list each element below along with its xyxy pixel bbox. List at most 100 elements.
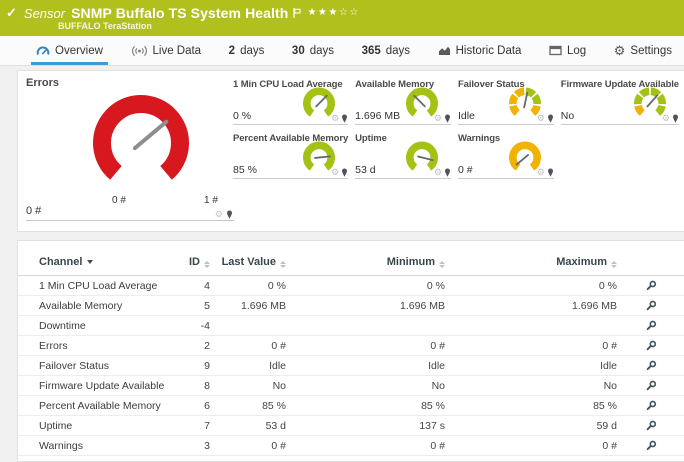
gauge-value: Idle [457,110,475,122]
gauge-tile-uptime: Uptime 53 d ⚙ [355,133,451,179]
gauge-tile-percent-available-memory: Percent Available Memory 85 % ⚙ [233,133,348,179]
channel-settings-button[interactable] [617,396,684,416]
tab-log[interactable]: Log [549,36,586,65]
table-row: Errors 2 0 # 0 # 0 # [18,336,684,356]
gauge-value: 85 % [233,164,257,176]
channel-minimum: 1.696 MB [400,300,445,312]
channel-maximum: 0 # [602,340,617,352]
wrench-icon [646,400,656,411]
column-header-id[interactable]: ID [179,256,210,268]
gauge-value-row: 0 # ⚙ [26,204,234,221]
tab-label: Overview [55,44,103,57]
tab-label: Live Data [152,44,202,57]
tab-30-days[interactable]: 30 days [292,36,334,65]
priority-stars[interactable]: ★★★☆☆ [307,7,359,18]
gauge-row-icons: ⚙ [662,114,679,123]
gauge-icon [36,45,50,56]
gear-icon[interactable]: ⚙ [662,114,670,123]
pin-icon[interactable] [341,168,348,177]
channel-settings-button[interactable] [617,376,684,396]
tab-365-days[interactable]: 365 days [362,36,410,65]
channel-settings-button[interactable] [617,296,684,316]
tab-bar: Overview Live Data 2 days 30 days 365 days Histo… [0,36,684,66]
channel-maximum [445,316,617,336]
gear-icon[interactable]: ⚙ [331,114,339,123]
channel-id: 2 [204,340,210,352]
gauge-value: No [560,110,575,122]
channel-table-panel: Channel ID Last Value Minimum Maximum 1 … [17,240,684,462]
wrench-icon [646,380,656,391]
channel-settings-button[interactable] [617,336,684,356]
channel-maximum: 1.696 MB [572,300,617,312]
gauge-row-icons: ⚙ [331,114,348,123]
gauge-row-icons: ⚙ [434,114,451,123]
channel-minimum: No [431,380,445,392]
gauge-tile-failover-status: Failover Status Idle ⚙ [457,79,554,125]
table-row: Warnings 3 0 # 0 # 0 # [18,436,684,456]
tab-2-days[interactable]: 2 days [229,36,265,65]
channel-id: 9 [204,360,210,372]
channel-settings-button[interactable] [617,316,684,336]
device-name[interactable]: BUFFALO TeraStation [58,21,152,31]
channel-name: Failover Status [39,360,110,372]
tab-label: days [309,44,335,57]
gauge-row-icons: ⚙ [537,114,554,123]
channel-id: -4 [200,320,210,332]
tab-settings[interactable]: ⚙ Settings [614,36,672,65]
object-kind-label: Sensor [23,5,66,21]
tab-label: Historic Data [455,44,522,57]
table-row: 1 Min CPU Load Average 4 0 % 0 % 0 % [18,276,684,296]
column-header-maximum[interactable]: Maximum [445,256,617,268]
channel-settings-button[interactable] [617,276,684,296]
gear-icon[interactable]: ⚙ [537,114,545,123]
gear-icon[interactable]: ⚙ [215,210,223,219]
table-row: Failover Status 9 Idle Idle Idle [18,356,684,376]
gear-icon[interactable]: ⚙ [331,168,339,177]
tab-label: Settings [630,44,672,57]
historic-icon [438,45,451,56]
tab-number: 2 [228,44,236,57]
chevron-down-icon [87,260,94,264]
wrench-icon [646,300,656,311]
table-row: Percent Available Memory 6 85 % 85 % 85 % [18,396,684,416]
wrench-icon [646,360,656,371]
gauge-row-icons: ⚙ [434,168,451,177]
gear-icon[interactable]: ⚙ [537,168,545,177]
gear-icon[interactable]: ⚙ [434,114,442,123]
gauge-value: 53 d [355,164,376,176]
pin-icon[interactable] [547,168,554,177]
column-header-tools [617,256,684,268]
pin-icon[interactable] [444,114,451,123]
pin-icon[interactable] [547,114,554,123]
tab-number: 30 [291,44,305,57]
pin-icon[interactable] [672,114,679,123]
channel-id: 4 [204,280,210,292]
column-header-channel[interactable]: Channel [39,256,179,268]
gauge-value: 0 # [26,205,42,217]
channel-maximum: 85 % [593,400,617,412]
channel-table-body: 1 Min CPU Load Average 4 0 % 0 % 0 % Availabl… [18,276,684,456]
column-header-minimum[interactable]: Minimum [286,256,445,268]
channel-maximum: No [603,380,617,392]
tab-historic-data[interactable]: Historic Data [438,36,522,65]
priority-flag-icon[interactable] [293,8,301,18]
pin-icon[interactable] [444,168,451,177]
pin-icon[interactable] [226,210,233,219]
column-header-last-value[interactable]: Last Value [210,256,286,268]
channel-name: Available Memory [39,300,123,312]
channel-name: Warnings [39,440,83,452]
sensor-title: SNMP Buffalo TS System Health [71,5,289,21]
gauge-value: 1.696 MB [355,110,401,122]
wrench-icon [646,280,656,291]
channel-last-value: 85 % [262,400,286,412]
channel-settings-button[interactable] [617,436,684,456]
channel-last-value: 53 d [265,420,286,432]
gear-icon[interactable]: ⚙ [434,168,442,177]
channel-settings-button[interactable] [617,356,684,376]
tab-overview[interactable]: Overview [31,36,108,65]
channel-maximum: 59 d [596,420,617,432]
pin-icon[interactable] [341,114,348,123]
channel-settings-button[interactable] [617,416,684,436]
tab-live-data[interactable]: Live Data [131,36,202,65]
log-icon [549,45,562,56]
